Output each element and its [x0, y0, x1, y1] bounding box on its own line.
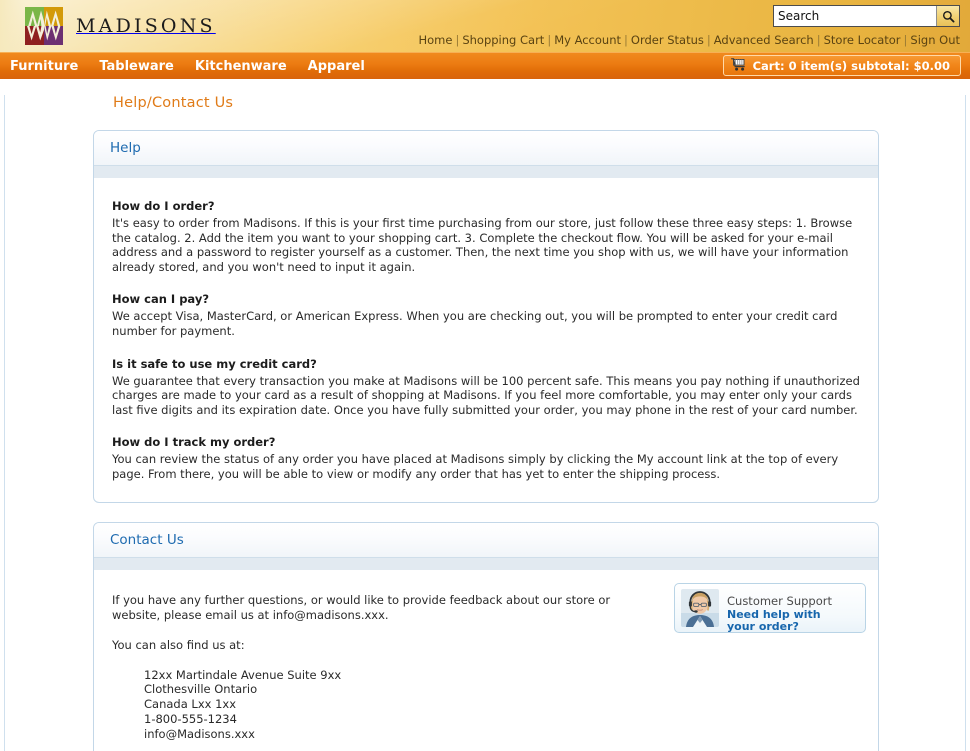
faq-question: How do I track my order?: [112, 435, 276, 450]
brand-name: MADISONS: [76, 15, 216, 37]
page-title: Help/Contact Us: [113, 95, 234, 111]
contact-intro-text: If you have any further questions, or wo…: [112, 592, 611, 622]
link-separator: |: [816, 33, 821, 47]
help-panel-header: Help: [94, 131, 878, 166]
top-link-home[interactable]: Home: [418, 33, 452, 47]
category-nav-bar: Furniture Tableware Kitchenware Apparel …: [0, 52, 970, 79]
faq-question: How do I order?: [112, 199, 215, 213]
customer-support-avatar: [681, 588, 719, 627]
brand-logo-link[interactable]: MADISONS: [25, 7, 216, 45]
faq-item: How can I pay? We accept Visa, MasterCar…: [112, 292, 860, 338]
header-left-fade: [0, 0, 26, 52]
top-link-my-account[interactable]: My Account: [554, 33, 621, 47]
search-input[interactable]: [774, 6, 936, 26]
top-link-advanced-search[interactable]: Advanced Search: [714, 33, 814, 47]
nav-item-apparel[interactable]: Apparel: [308, 59, 365, 74]
faq-question: How can I pay?: [112, 292, 210, 307]
logo-cell-top-right: [44, 7, 63, 26]
customer-support-card[interactable]: Customer Support Need help with your ord…: [674, 582, 866, 634]
link-separator: |: [624, 33, 628, 47]
address-line-country: Canada Lxx 1xx: [144, 697, 237, 712]
customer-support-title: Customer Support: [727, 593, 832, 608]
customer-support-text: Customer Support Need help with your ord…: [727, 589, 832, 634]
help-panel-body: How do I order? It's easy to order from …: [94, 179, 878, 502]
top-link-shopping-cart[interactable]: Shopping Cart: [462, 33, 544, 47]
madisons-logo-icon: [25, 7, 63, 45]
address-line-email: info@Madisons.xxx: [144, 726, 255, 741]
site-header: MADISONS Home|Shopping Cart|My Account|O…: [0, 0, 970, 52]
help-panel: Help How do I order? It's easy to order …: [93, 130, 879, 503]
top-link-store-locator[interactable]: Store Locator: [824, 33, 901, 47]
shopping-cart-icon: [730, 57, 746, 74]
address-line-phone: 1-800-555-1234: [144, 711, 237, 726]
cart-label: Cart: 0 item(s) subtotal: $0.00: [752, 58, 950, 73]
faq-answer: We accept Visa, MasterCard, or American …: [112, 309, 838, 338]
address-line-city: Clothesville Ontario: [144, 682, 258, 697]
faq-answer: It's easy to order from Madisons. If thi…: [112, 216, 853, 274]
logo-cell-top-left: [25, 7, 44, 26]
link-separator: |: [455, 33, 460, 47]
address-line-street: 12xx Martindale Avenue Suite 9xx: [144, 667, 342, 682]
faq-question: Is it safe to use my credit card?: [112, 356, 317, 371]
faq-answer: You can review the status of any order y…: [112, 452, 839, 481]
top-nav-links: Home | Shopping Cart | My Account | Order Stat…: [418, 33, 960, 47]
faq-item: How do I order? It's easy to order from …: [112, 199, 860, 274]
contact-panel-body: If you have any further questions, or wo…: [94, 571, 878, 751]
faq-item: How do I track my order? You can review …: [112, 435, 860, 481]
search-box[interactable]: [773, 5, 960, 27]
contact-panel-header: Contact Us: [94, 522, 878, 558]
link-separator: |: [903, 33, 908, 47]
faq-item: Is it safe to use my credit card? We gua…: [112, 357, 860, 418]
logo-cell-bottom-right: [44, 26, 63, 45]
help-panel-title: Help: [110, 140, 141, 156]
help-panel-band: [94, 166, 878, 179]
page-content-area: Help/Contact Us Help How do I order? It'…: [4, 95, 966, 751]
logo-cell-bottom-left: [25, 26, 44, 45]
contact-panel-title: Contact Us: [110, 531, 184, 548]
search-button[interactable]: [936, 6, 959, 26]
top-link-order-status[interactable]: Order Status: [631, 33, 704, 47]
top-link-sign-out[interactable]: Sign Out: [910, 33, 960, 47]
support-help-link-line2[interactable]: your order?: [727, 621, 832, 634]
nav-item-tableware[interactable]: Tableware: [99, 59, 174, 74]
link-separator: |: [706, 33, 711, 47]
contact-address-block: 12xx Martindale Avenue Suite 9xx Clothes…: [144, 668, 860, 742]
find-us-label: You can also find us at:: [112, 637, 245, 652]
cart-button[interactable]: Cart: 0 item(s) subtotal: $0.00: [722, 55, 961, 76]
contact-panel: Contact Us If you have any further quest…: [93, 521, 879, 751]
search-icon: [942, 10, 955, 23]
category-nav-items: Furniture Tableware Kitchenware Apparel: [10, 53, 365, 79]
nav-item-furniture[interactable]: Furniture: [10, 59, 78, 74]
link-separator: |: [547, 33, 552, 47]
nav-item-kitchenware[interactable]: Kitchenware: [195, 59, 287, 74]
faq-answer: We guarantee that every transaction you …: [112, 373, 860, 417]
contact-panel-band: [94, 557, 878, 571]
